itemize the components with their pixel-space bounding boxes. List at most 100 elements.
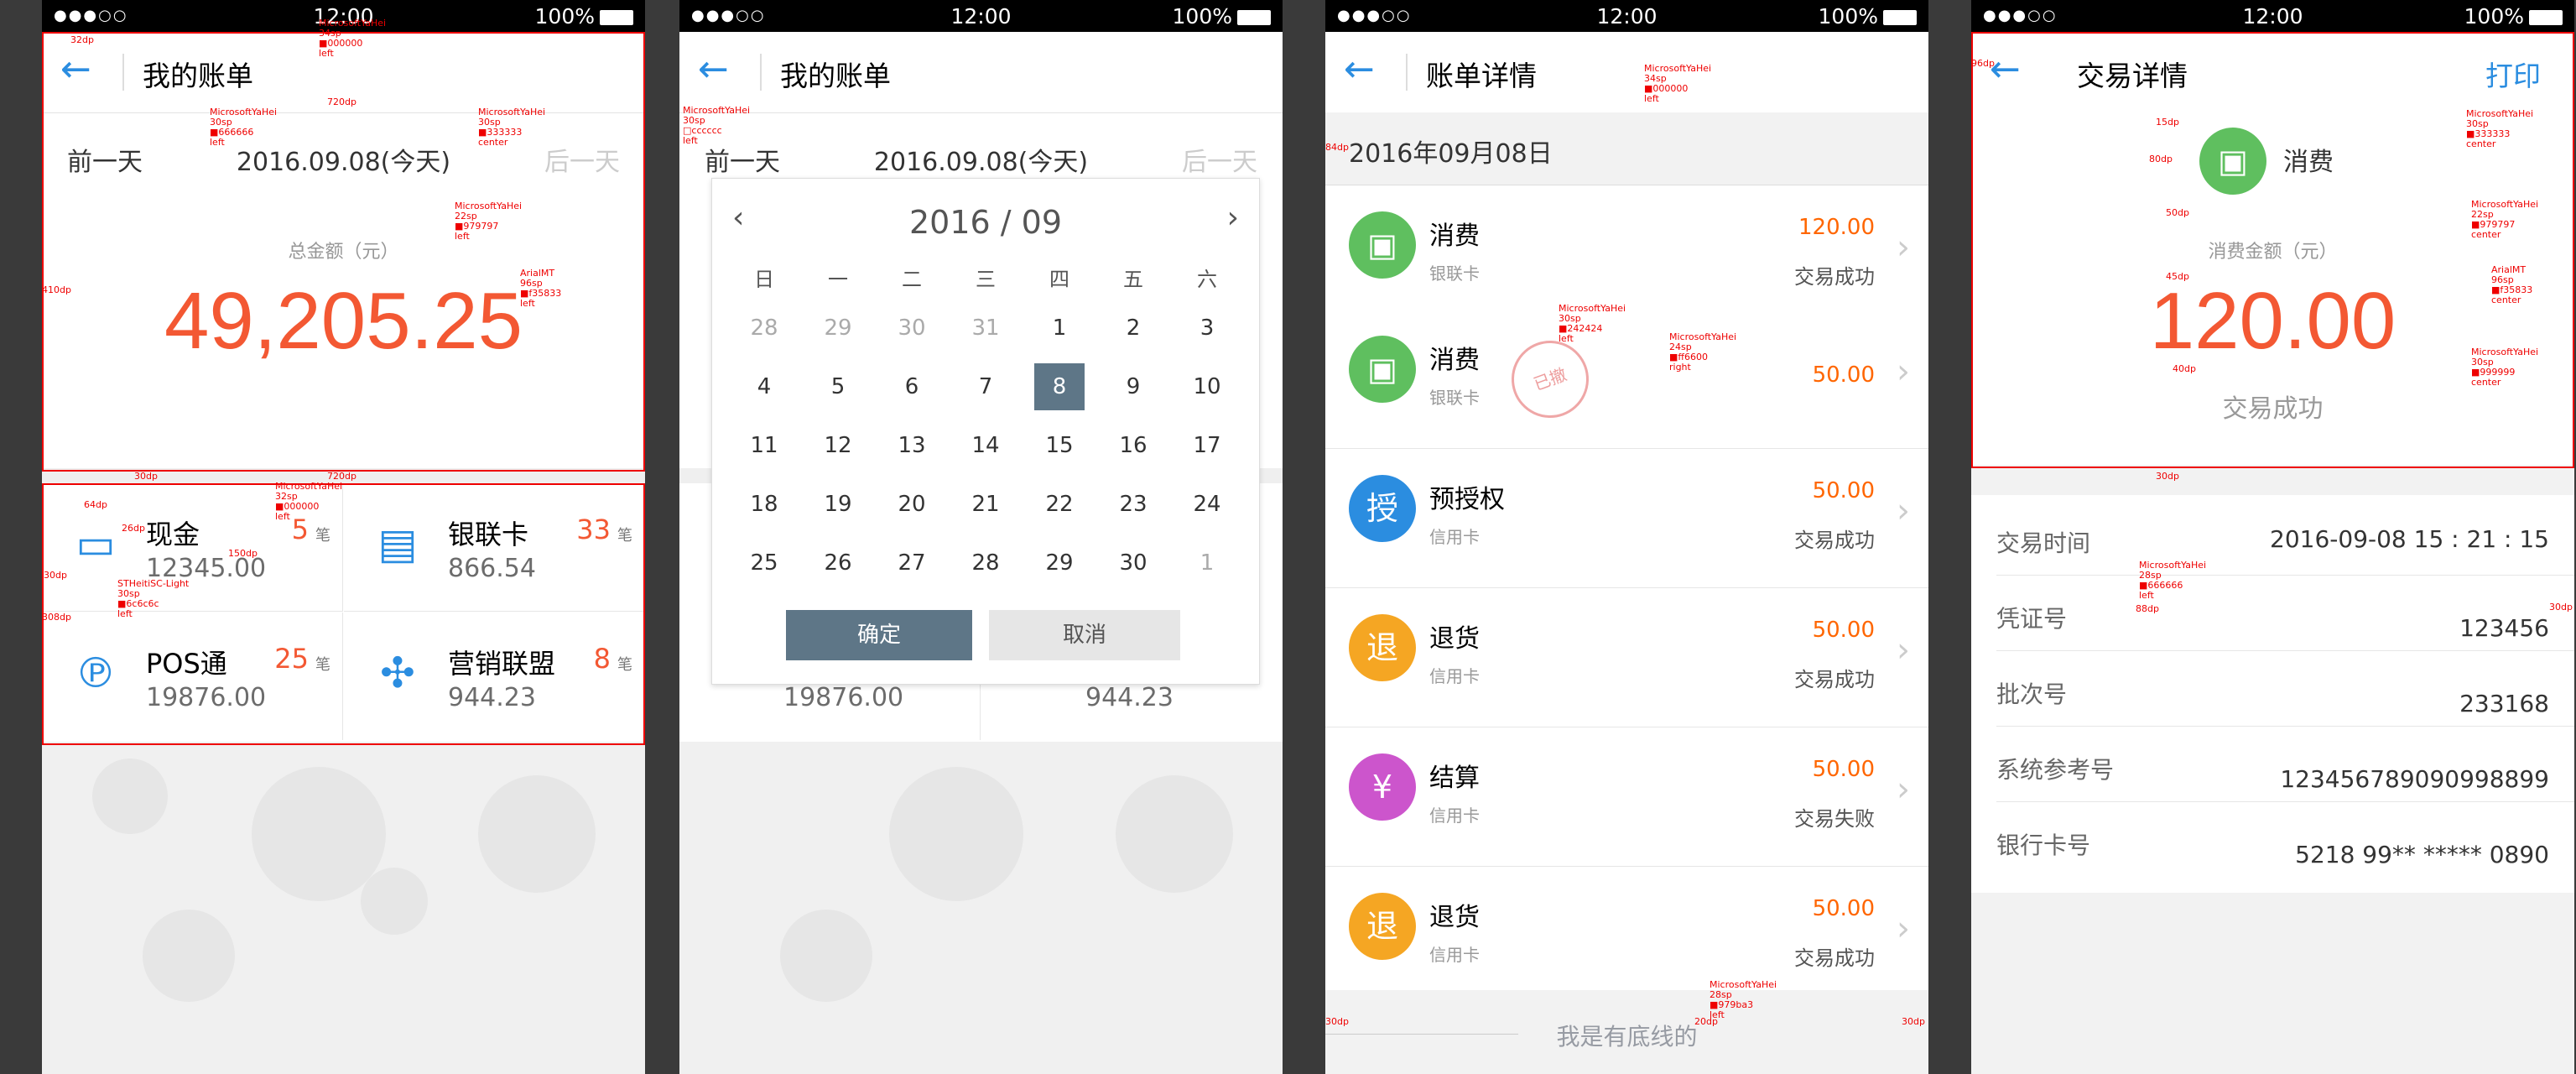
item-sub: 信用卡	[1429, 527, 1480, 547]
spec-dim: 26dp	[122, 523, 145, 534]
decor-circle	[478, 775, 596, 893]
calendar-day[interactable]: 7	[960, 363, 1011, 410]
spec-dim: 45dp	[2166, 271, 2189, 282]
calendar-day[interactable]: 8	[1034, 363, 1085, 410]
calendar-year: 2016	[908, 204, 991, 241]
item-title: 消费	[1429, 222, 1480, 251]
shield-icon: 授	[1349, 475, 1416, 542]
calendar-day[interactable]: 16	[1108, 422, 1158, 469]
calendar-day[interactable]: 22	[1034, 481, 1085, 528]
footer-text: 我是有底线的	[1556, 1023, 1698, 1051]
spec-dim: 30dp	[1325, 1016, 1349, 1027]
spec-dim: 64dp	[84, 499, 107, 510]
spec-dim: 15dp	[2156, 117, 2179, 128]
next-month-icon[interactable]: ›	[1227, 201, 1239, 235]
calendar-day[interactable]: 31	[960, 305, 1011, 352]
item-title: 消费	[1429, 346, 1480, 375]
calendar-day[interactable]: 10	[1182, 363, 1232, 410]
calendar-day[interactable]: 21	[960, 481, 1011, 528]
tile-value: 944.23	[1085, 683, 1174, 712]
calendar-day[interactable]: 20	[887, 481, 937, 528]
spec-dim: 30dp	[1902, 1016, 1925, 1027]
spec-font: MicrosoftYaHei 32sp ■000000 left	[275, 481, 343, 522]
calendar-day[interactable]: 18	[739, 481, 789, 528]
row-divider	[1996, 575, 2574, 576]
empty-area	[1971, 893, 2574, 1074]
calendar-day[interactable]: 9	[1108, 363, 1158, 410]
calendar-day[interactable]: 6	[887, 363, 937, 410]
calendar-day[interactable]: 11	[739, 422, 789, 469]
list-item[interactable]: 退 退货 信用卡 50.00 交易成功 ›	[1325, 589, 1928, 727]
weekday-label: 五	[1123, 268, 1143, 291]
chevron-right-icon: ›	[1897, 352, 1910, 391]
battery-icon	[1237, 10, 1271, 25]
decor-circle	[361, 868, 428, 935]
list-item[interactable]: 授 预授权 信用卡 50.00 交易成功 ›	[1325, 450, 1928, 588]
spec-dim: 50dp	[2166, 207, 2189, 218]
list-item[interactable]: 退 退货 信用卡 50.00 交易成功 ›	[1325, 868, 1928, 991]
calendar-day[interactable]: 28	[960, 540, 1011, 587]
calendar-day[interactable]: 30	[1108, 540, 1158, 587]
calendar-day[interactable]: 3	[1182, 305, 1232, 352]
list-item[interactable]: ▣ 消费 银联卡 120.00 交易成功 ›	[1325, 186, 1928, 325]
calendar-day[interactable]: 5	[813, 363, 863, 410]
spec-font: MicrosoftYaHei 30sp □cccccc left	[683, 105, 751, 146]
battery-icon	[600, 10, 633, 25]
list-item[interactable]: ▣ 消费 银联卡 已撤 50.00 ›	[1325, 310, 1928, 449]
chevron-right-icon: ›	[1897, 631, 1910, 670]
calendar-header: 2016 / 09	[712, 204, 1259, 241]
field-value: 233168	[2459, 690, 2549, 717]
calendar-day[interactable]: 19	[813, 481, 863, 528]
confirm-button[interactable]: 确定	[786, 610, 972, 660]
spec-dim: 308dp	[42, 612, 71, 623]
return-icon: 退	[1349, 614, 1416, 681]
calendar-day[interactable]: 29	[1034, 540, 1085, 587]
page-title: 我的账单	[780, 60, 891, 92]
weekday-label: 一	[828, 268, 848, 291]
calendar-day[interactable]: 25	[739, 540, 789, 587]
list-item[interactable]: ¥ 结算 信用卡 50.00 交易失败 ›	[1325, 728, 1928, 867]
item-title: 预授权	[1429, 485, 1505, 514]
calendar-day[interactable]: 17	[1182, 422, 1232, 469]
revoked-stamp: 已撤	[1501, 330, 1600, 429]
field-value: 2016-09-08 15 : 21 : 15	[2270, 525, 2549, 553]
calendar-day[interactable]: 4	[739, 363, 789, 410]
item-status: 交易成功	[1794, 265, 1875, 289]
calendar-day[interactable]: 26	[813, 540, 863, 587]
spec-font: MicrosoftYaHei 28sp ■979ba3 left	[1710, 979, 1777, 1020]
spec-font: MicrosoftYaHei 34sp ■000000 left	[1644, 63, 1712, 104]
calendar-day[interactable]: 14	[960, 422, 1011, 469]
decor-circle	[92, 759, 168, 834]
cancel-button[interactable]: 取消	[989, 610, 1180, 660]
calendar-day[interactable]: 1	[1034, 305, 1085, 352]
back-arrow-icon[interactable]: ←	[1344, 49, 1375, 91]
spec-dim: 32dp	[70, 34, 94, 45]
spec-dim: 84dp	[1325, 142, 1349, 153]
calendar-day[interactable]: 24	[1182, 481, 1232, 528]
calendar-day[interactable]: 2	[1108, 305, 1158, 352]
chevron-right-icon: ›	[1897, 492, 1910, 530]
calendar-day[interactable]: 13	[887, 422, 937, 469]
spec-font: MicrosoftYaHei 28sp ■666666 left	[2139, 560, 2207, 601]
calendar-day[interactable]: 30	[887, 305, 937, 352]
decor-circle	[780, 910, 872, 1002]
spec-font: MicrosoftYaHei 30sp ■242424 left	[1559, 303, 1626, 344]
chevron-right-icon: ›	[1897, 770, 1910, 809]
date-header: 2016年09月08日	[1325, 112, 1928, 185]
calendar-day[interactable]: 15	[1034, 422, 1085, 469]
next-day-button[interactable]: 后一天	[1182, 141, 1257, 178]
calendar-day[interactable]: 29	[813, 305, 863, 352]
calendar-day[interactable]: 1	[1182, 540, 1232, 587]
field-row: 银行卡号 5218 99** ***** 0890	[1971, 804, 2574, 878]
back-arrow-icon[interactable]: ←	[698, 49, 729, 91]
calendar-day[interactable]: 23	[1108, 481, 1158, 528]
item-sub: 银联卡	[1429, 263, 1480, 284]
calendar-day[interactable]: 12	[813, 422, 863, 469]
spec-font: ArialMT 96sp ■f35833 center	[2491, 264, 2533, 305]
item-sub: 信用卡	[1429, 945, 1480, 965]
decor-circle	[252, 767, 386, 901]
calendar-day[interactable]: 27	[887, 540, 937, 587]
calendar-day[interactable]: 28	[739, 305, 789, 352]
spec-font: MicrosoftYaHei 22sp ■979797 center	[2471, 199, 2539, 240]
weekday-label: 四	[1049, 268, 1069, 291]
